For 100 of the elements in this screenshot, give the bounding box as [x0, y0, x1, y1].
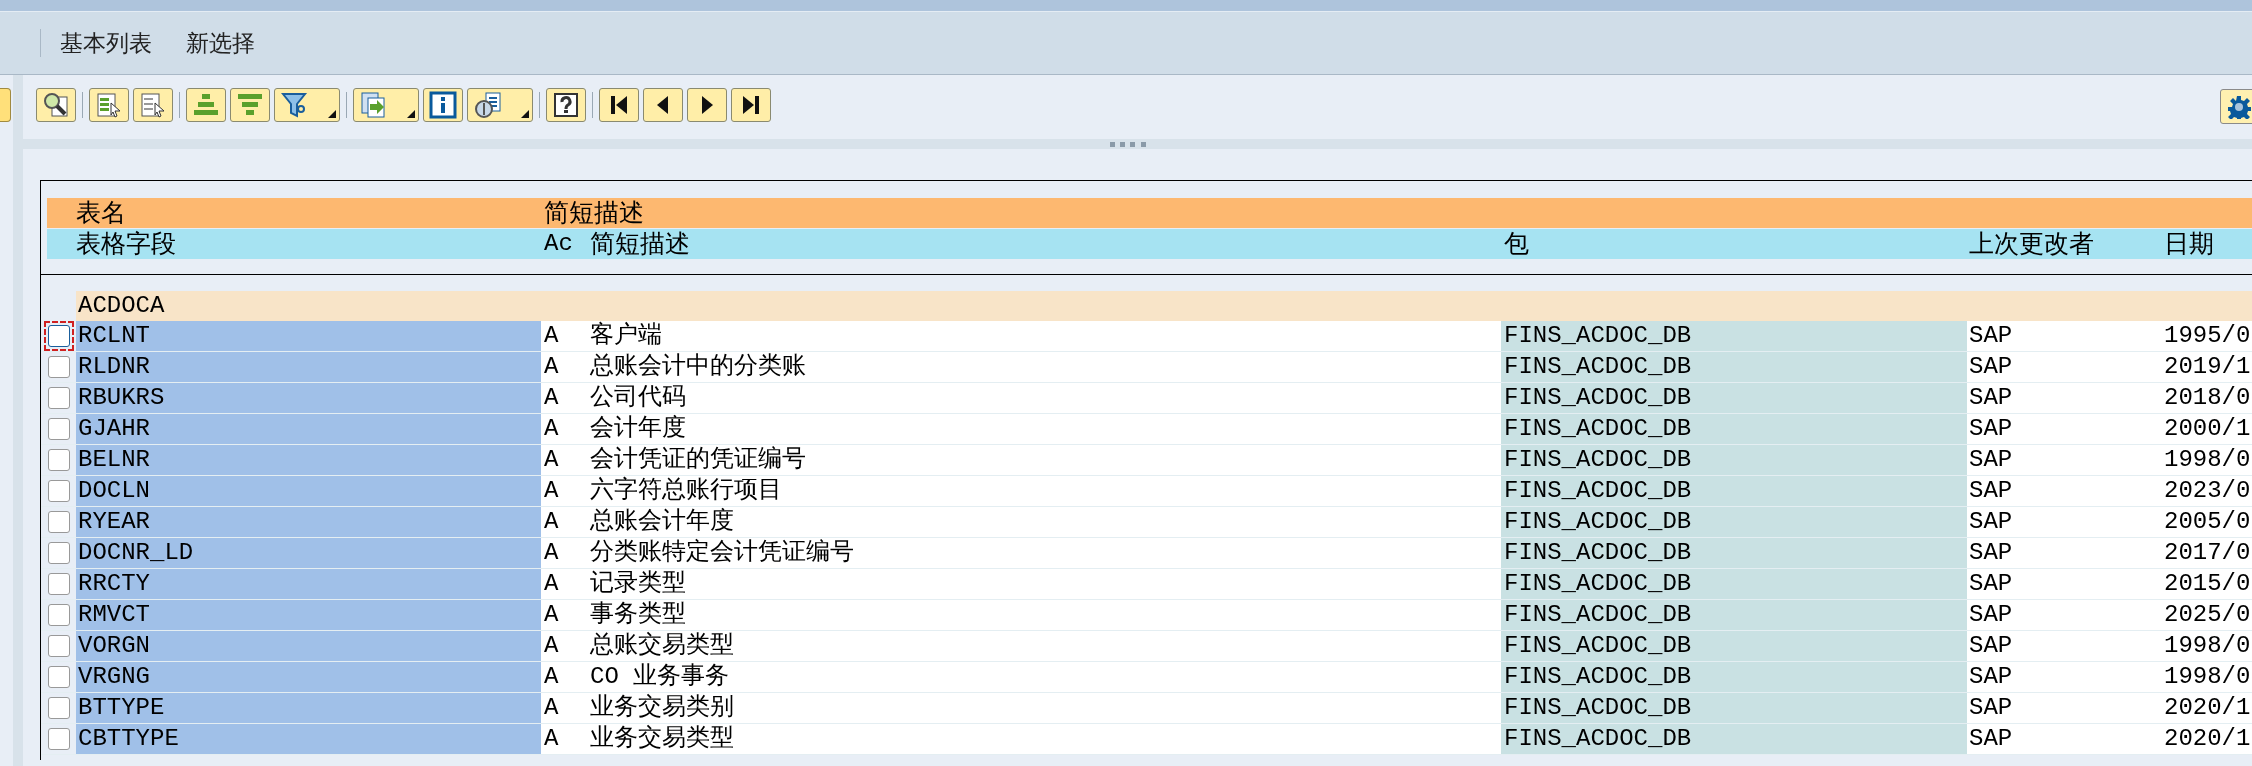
- package-cell: FINS_ACDOC_DB: [1501, 414, 1967, 444]
- package-cell: FINS_ACDOC_DB: [1501, 538, 1967, 568]
- date-cell-text: 2000/1: [2163, 414, 2252, 444]
- table-cell-text: A: [544, 507, 560, 537]
- table-cell-text: SAP: [1968, 414, 2014, 444]
- field-name-cell: RBUKRS: [76, 383, 541, 413]
- menu-item[interactable]: 新选择: [186, 25, 255, 61]
- table-cell-text: SAP: [1968, 538, 2014, 568]
- table-cell-text: A: [544, 352, 560, 382]
- table-cell-text: SAP: [1968, 600, 2014, 630]
- description-cell: 分类账特定会计凭证编号: [590, 538, 854, 568]
- description-cell: 业务交易类别: [590, 693, 734, 723]
- description-cell: 总账交易类型: [590, 631, 734, 661]
- deselect-all-icon: [139, 91, 167, 119]
- row-checkbox[interactable]: [47, 356, 70, 378]
- field-name-cell: VRGNG: [76, 662, 541, 692]
- table-cell-text: SAP: [1968, 476, 2014, 506]
- package-cell: FINS_ACDOC_DB: [1501, 662, 1967, 692]
- row-checkbox[interactable]: [47, 449, 70, 471]
- date-cell-text: 1998/0: [2163, 662, 2252, 692]
- row-checkbox[interactable]: [47, 511, 70, 533]
- column-header: Ac: [544, 229, 574, 259]
- row-checkbox[interactable]: [47, 480, 70, 502]
- first-page-icon: [608, 94, 630, 116]
- splitter-handle-icon[interactable]: [1109, 141, 1146, 147]
- field-name-cell: RLDNR: [76, 352, 541, 382]
- table-cell-text: A: [544, 383, 560, 413]
- table-cell-text: SAP: [1968, 445, 2014, 475]
- table-cell-text: A: [544, 445, 560, 475]
- field-name-cell: GJAHR: [76, 414, 541, 444]
- description-cell: 客户端: [590, 321, 662, 351]
- toolbar-button[interactable]: [687, 88, 727, 122]
- toolbar-button[interactable]: [643, 88, 683, 122]
- description-cell: 会计年度: [590, 414, 686, 444]
- description-cell: 六字符总账行项目: [590, 476, 782, 506]
- table-cell-text: A: [544, 631, 560, 661]
- table-name: ACDOCA: [78, 291, 165, 321]
- description-cell: 总账会计中的分类账: [590, 352, 806, 382]
- description-cell: 事务类型: [590, 600, 686, 630]
- toolbar-button[interactable]: [423, 88, 463, 122]
- toolbar-button[interactable]: [546, 88, 586, 122]
- table-cell-text: SAP: [1968, 569, 2014, 599]
- table-cell-text: SAP: [1968, 383, 2014, 413]
- description-cell: 记录类型: [590, 569, 686, 599]
- toolbar-button[interactable]: [731, 88, 771, 122]
- toolbar-button[interactable]: [467, 88, 533, 122]
- description-cell: CO 业务事务: [590, 662, 730, 692]
- date-cell-text: 2015/0: [2163, 569, 2252, 599]
- toolbar-button[interactable]: [599, 88, 639, 122]
- package-cell: FINS_ACDOC_DB: [1501, 631, 1967, 661]
- row-checkbox[interactable]: [47, 666, 70, 688]
- filter-icon: [281, 91, 309, 119]
- table-cell-text: A: [544, 414, 560, 444]
- menu-item[interactable]: 基本列表: [60, 25, 152, 61]
- package-cell: FINS_ACDOC_DB: [1501, 383, 1967, 413]
- description-cell: 业务交易类型: [590, 724, 734, 754]
- field-name-cell: RMVCT: [76, 600, 541, 630]
- table-cell-text: SAP: [1968, 507, 2014, 537]
- description-cell: 会计凭证的凭证编号: [590, 445, 806, 475]
- package-cell: FINS_ACDOC_DB: [1501, 476, 1967, 506]
- row-checkbox[interactable]: [47, 387, 70, 409]
- row-checkbox[interactable]: [47, 604, 70, 626]
- toolbar-button[interactable]: [36, 88, 76, 122]
- date-cell-text: 1998/0: [2163, 445, 2252, 475]
- row-checkbox[interactable]: [47, 697, 70, 719]
- row-checkbox[interactable]: [47, 418, 70, 440]
- field-name-cell: DOCNR_LD: [76, 538, 541, 568]
- table-cell-text: A: [544, 321, 560, 351]
- field-name-cell: RRCTY: [76, 569, 541, 599]
- column-header: 包: [1503, 229, 1530, 259]
- field-name-cell: RYEAR: [76, 507, 541, 537]
- table-cell-text: SAP: [1968, 352, 2014, 382]
- date-cell-text: 2019/1: [2163, 352, 2252, 382]
- table-cell-text: SAP: [1968, 321, 2014, 351]
- table-cell-text: SAP: [1968, 724, 2014, 754]
- settings-button[interactable]: [2220, 89, 2252, 124]
- row-checkbox[interactable]: [47, 573, 70, 595]
- table-cell-text: A: [544, 600, 560, 630]
- caret-icon: [328, 110, 336, 118]
- table-cell-text: A: [544, 693, 560, 723]
- date-cell-text: 2005/0: [2163, 507, 2252, 537]
- row-checkbox[interactable]: [47, 635, 70, 657]
- row-checkbox[interactable]: [47, 542, 70, 564]
- column-header: 表格字段: [76, 229, 177, 259]
- table-cell-text: A: [544, 662, 560, 692]
- date-cell-text: 1998/0: [2163, 631, 2252, 661]
- date-cell-text: 2023/0: [2163, 476, 2252, 506]
- field-name-cell: BELNR: [76, 445, 541, 475]
- field-name-cell: RCLNT: [76, 321, 541, 351]
- date-cell-text: 2020/1: [2163, 693, 2252, 723]
- date-cell-text: 2017/0: [2163, 538, 2252, 568]
- field-name-cell: DOCLN: [76, 476, 541, 506]
- field-name-cell: VORGN: [76, 631, 541, 661]
- row-checkbox[interactable]: [47, 728, 70, 750]
- field-name-cell: BTTYPE: [76, 693, 541, 723]
- field-name-cell: CBTTYPE: [76, 724, 541, 754]
- table-cell-text: A: [544, 569, 560, 599]
- search-icon: [42, 91, 70, 119]
- table-cell-text: A: [544, 724, 560, 754]
- date-cell-text: 2020/1: [2163, 724, 2252, 754]
